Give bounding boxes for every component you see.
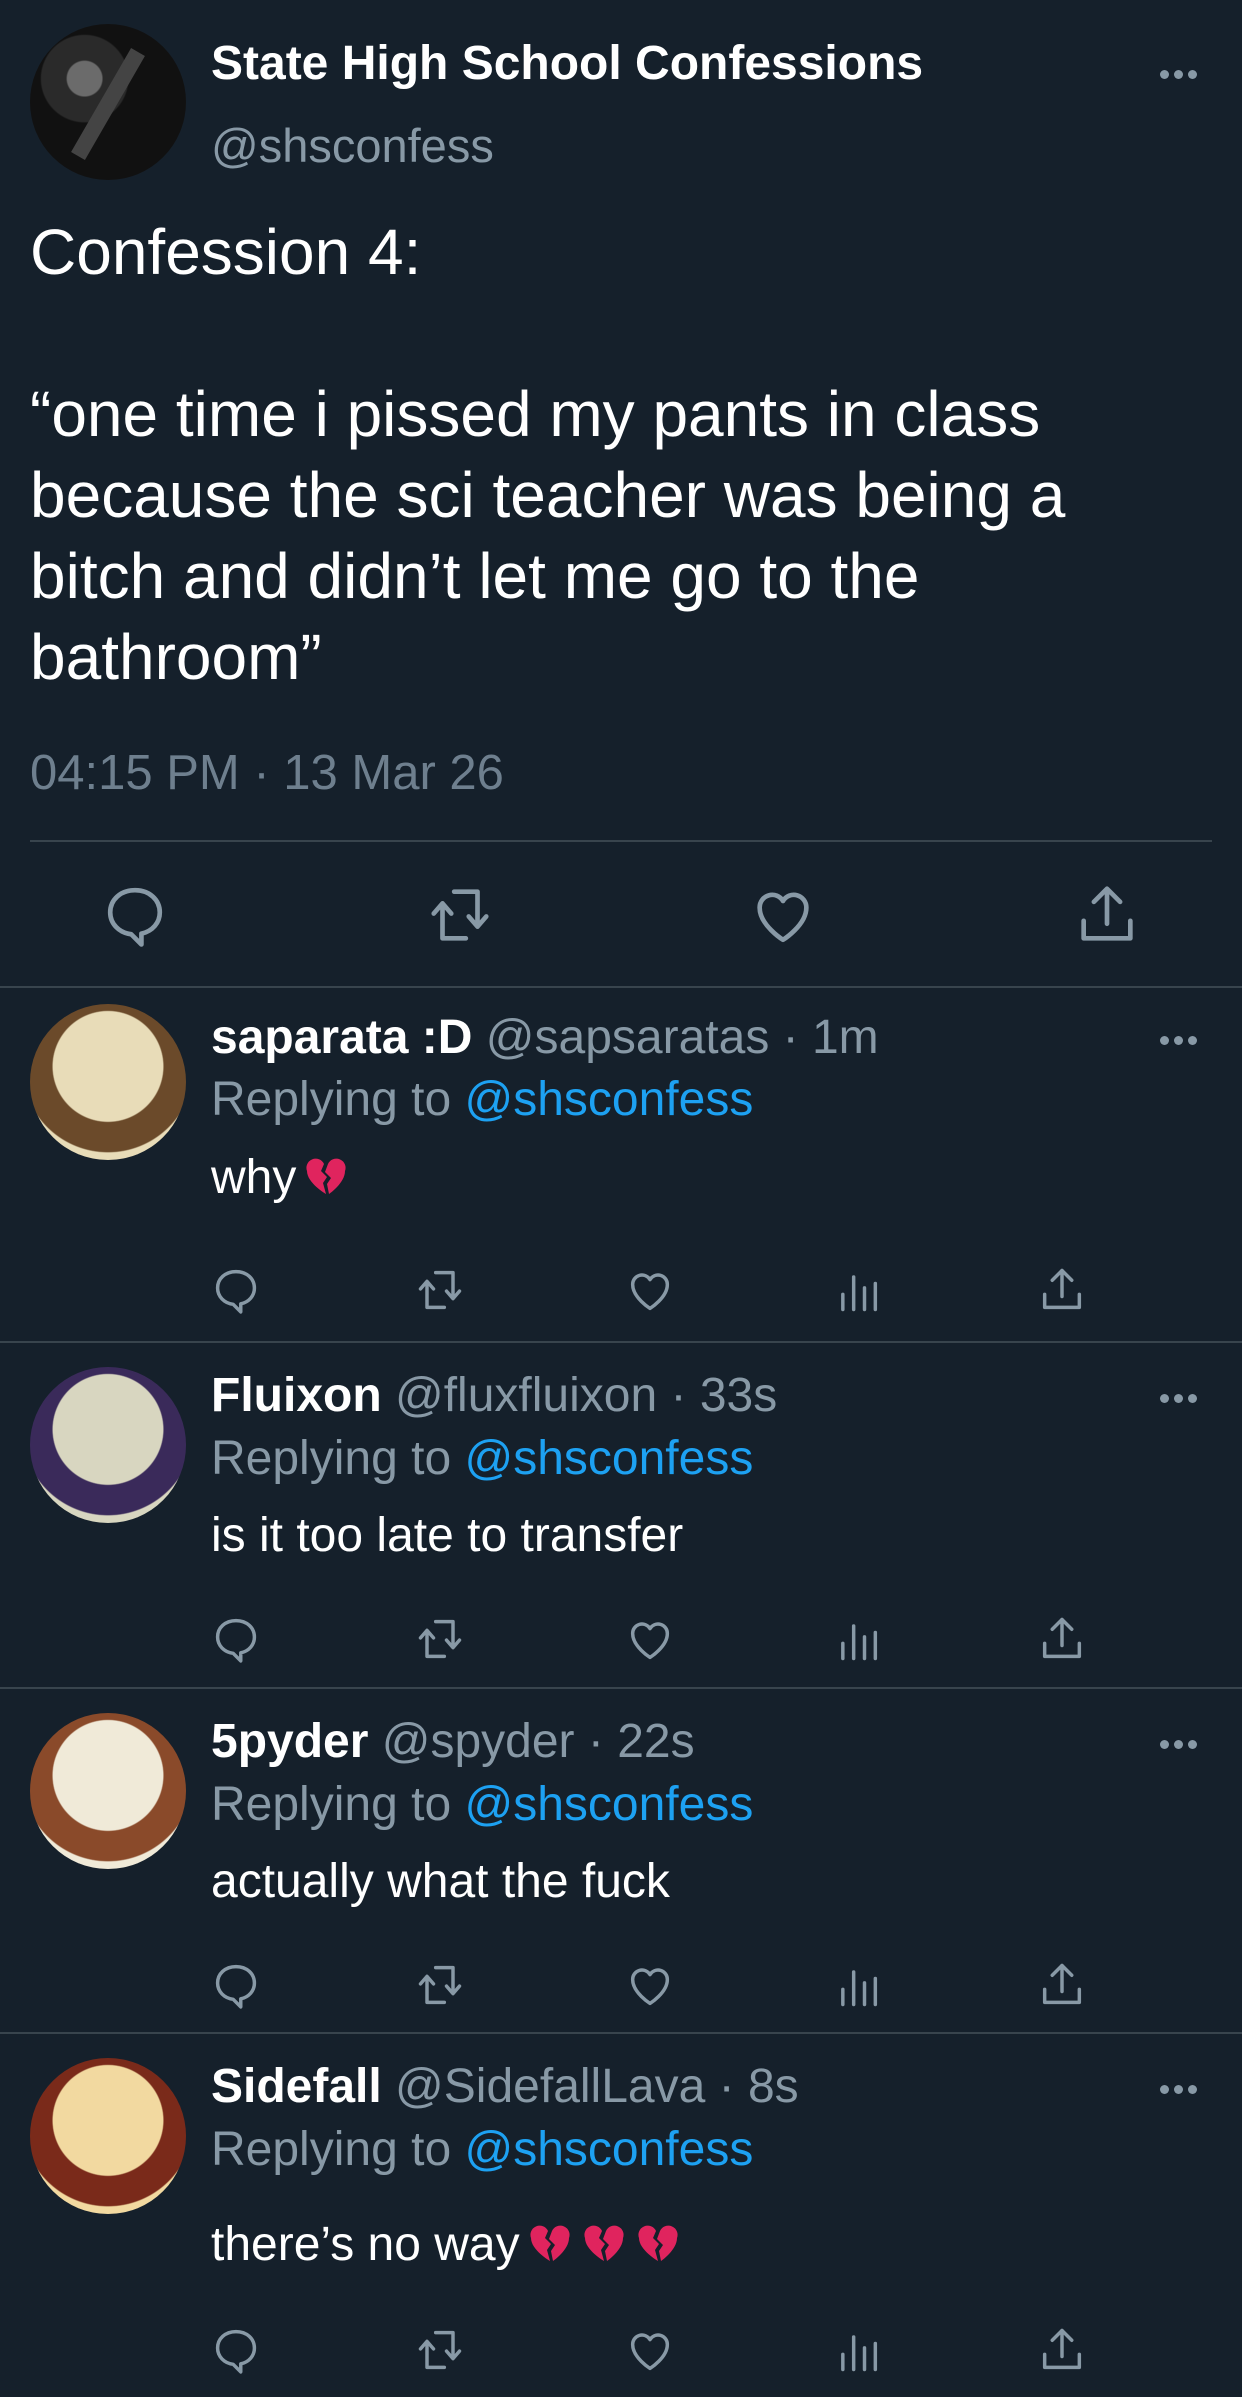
reply-text-container: why bbox=[211, 1150, 350, 1205]
replying-to: Replying to @shsconfess bbox=[211, 1777, 753, 1832]
reply-text: why bbox=[211, 1151, 297, 1204]
replying-to-label: Replying to bbox=[211, 1073, 465, 1126]
reply-tweet[interactable]: Sidefall @SidefallLava · 8s Replying to @… bbox=[0, 2034, 1242, 2396]
like-icon[interactable] bbox=[748, 880, 818, 950]
replying-to-label: Replying to bbox=[211, 2123, 465, 2176]
analytics-icon[interactable] bbox=[832, 2324, 884, 2376]
more-options-icon[interactable] bbox=[1160, 1740, 1200, 1750]
mention-link[interactable]: @shsconfess bbox=[464, 1073, 753, 1126]
author-display-name[interactable]: 5pyder bbox=[211, 1715, 368, 1768]
broken-heart-emoji bbox=[306, 1158, 346, 1194]
author-display-name[interactable]: Sidefall bbox=[211, 2060, 382, 2113]
reply-icon[interactable] bbox=[210, 1264, 262, 1316]
reply-tweet[interactable]: 5pyder @spyder · 22s Replying to @shsconf… bbox=[0, 1689, 1242, 2032]
reply-header: 5pyder @spyder · 22s bbox=[211, 1714, 695, 1769]
reply-text-container: there’s no way bbox=[211, 2217, 682, 2272]
broken-heart-emoji bbox=[584, 2225, 624, 2261]
avatar[interactable] bbox=[30, 24, 186, 180]
share-icon[interactable] bbox=[1036, 1264, 1088, 1316]
author-handle[interactable]: @shsconfess bbox=[211, 118, 494, 173]
like-icon[interactable] bbox=[624, 2324, 676, 2376]
like-icon[interactable] bbox=[624, 1264, 676, 1316]
replying-to-label: Replying to bbox=[211, 1778, 465, 1831]
reply-text: is it too late to transfer bbox=[211, 1509, 684, 1562]
mention-link[interactable]: @shsconfess bbox=[464, 1778, 753, 1831]
reply-text-container: is it too late to transfer bbox=[211, 1508, 683, 1563]
main-tweet: State High School Confessions @shsconfes… bbox=[0, 0, 1242, 986]
broken-heart-emoji bbox=[638, 2225, 678, 2261]
share-icon[interactable] bbox=[1036, 1959, 1088, 2011]
like-icon[interactable] bbox=[624, 1613, 676, 1665]
author-handle-and-time: @SidefallLava · 8s bbox=[381, 2060, 799, 2113]
share-icon[interactable] bbox=[1036, 1613, 1088, 1665]
replying-to: Replying to @shsconfess bbox=[211, 1431, 753, 1486]
author-handle-and-time: @fluxfluixon · 33s bbox=[381, 1369, 778, 1422]
reply-icon[interactable] bbox=[210, 1613, 262, 1665]
divider bbox=[30, 840, 1212, 842]
avatar[interactable] bbox=[30, 1713, 186, 1869]
reply-text: there’s no way bbox=[211, 2218, 520, 2271]
analytics-icon[interactable] bbox=[832, 1264, 884, 1316]
reply-header: saparata :D @sapsaratas · 1m bbox=[211, 1010, 879, 1065]
more-options-icon[interactable] bbox=[1160, 2085, 1200, 2095]
reply-header: Sidefall @SidefallLava · 8s bbox=[211, 2059, 799, 2114]
analytics-icon[interactable] bbox=[832, 1959, 884, 2011]
more-options-icon[interactable] bbox=[1160, 1394, 1200, 1404]
mention-link[interactable]: @shsconfess bbox=[464, 2123, 753, 2176]
more-options-icon[interactable] bbox=[1160, 1036, 1200, 1046]
mention-link[interactable]: @shsconfess bbox=[464, 1432, 753, 1485]
more-options-icon[interactable] bbox=[1160, 70, 1200, 80]
reply-icon[interactable] bbox=[100, 880, 170, 950]
avatar[interactable] bbox=[30, 1367, 186, 1523]
reply-text-container: actually what the fuck bbox=[211, 1854, 670, 1909]
reply-header: Fluixon @fluxfluixon · 33s bbox=[211, 1368, 777, 1423]
broken-heart-emoji bbox=[530, 2225, 570, 2261]
retweet-icon[interactable] bbox=[425, 880, 495, 950]
retweet-icon[interactable] bbox=[414, 1613, 466, 1665]
reply-text: actually what the fuck bbox=[211, 1855, 670, 1908]
author-handle-and-time: @sapsaratas · 1m bbox=[472, 1011, 879, 1064]
analytics-icon[interactable] bbox=[832, 1613, 884, 1665]
replying-to-label: Replying to bbox=[211, 1432, 465, 1485]
retweet-icon[interactable] bbox=[414, 2324, 466, 2376]
share-icon[interactable] bbox=[1036, 2324, 1088, 2376]
author-display-name[interactable]: Fluixon bbox=[211, 1369, 382, 1422]
author-display-name[interactable]: saparata :D bbox=[211, 1011, 472, 1064]
avatar[interactable] bbox=[30, 2058, 186, 2214]
share-icon[interactable] bbox=[1072, 880, 1142, 950]
replying-to: Replying to @shsconfess bbox=[211, 2122, 753, 2177]
reply-tweet[interactable]: Fluixon @fluxfluixon · 33s Replying to @s… bbox=[0, 1343, 1242, 1687]
tweet-text: Confession 4: “one time i pissed my pant… bbox=[30, 216, 1066, 693]
reply-tweet[interactable]: saparata :D @sapsaratas · 1m Replying to … bbox=[0, 988, 1242, 1341]
author-display-name[interactable]: State High School Confessions bbox=[211, 36, 923, 91]
retweet-icon[interactable] bbox=[414, 1264, 466, 1316]
tweet-timestamp: 04:15 PM · 13 Mar 26 bbox=[30, 746, 504, 800]
author-handle-and-time: @spyder · 22s bbox=[368, 1715, 695, 1768]
reply-icon[interactable] bbox=[210, 1959, 262, 2011]
retweet-icon[interactable] bbox=[414, 1959, 466, 2011]
replying-to: Replying to @shsconfess bbox=[211, 1072, 753, 1127]
avatar[interactable] bbox=[30, 1004, 186, 1160]
reply-icon[interactable] bbox=[210, 2324, 262, 2376]
like-icon[interactable] bbox=[624, 1959, 676, 2011]
